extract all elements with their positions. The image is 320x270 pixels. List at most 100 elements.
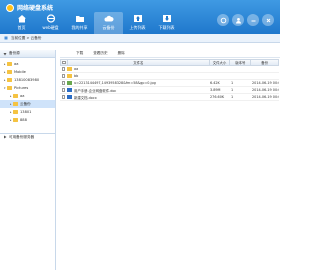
nav-cloud-backup-label: 云备份 <box>102 25 115 30</box>
tree-item-cloud-backup[interactable]: ▸ 云备份 <box>0 100 55 108</box>
word-file-icon <box>67 88 72 92</box>
file-date: 2014-06-19 00:00 <box>252 95 279 99</box>
upload-list-icon <box>133 15 142 22</box>
view-history-button[interactable]: 查看历史 <box>93 51 107 56</box>
nav-home-label: 首页 <box>17 25 26 30</box>
close-button[interactable] <box>262 14 274 26</box>
tree-item-sub-aa[interactable]: ▸ aa <box>0 92 55 100</box>
nav-web-disk-label: web硬盘 <box>42 25 59 30</box>
nav-home[interactable]: 首页 <box>7 12 36 34</box>
word-file-icon <box>67 95 72 99</box>
row-checkbox[interactable] <box>61 74 66 78</box>
backup-server-header[interactable]: 可用备份服务器 <box>0 133 55 140</box>
nav-my-share-label: 我的共享 <box>71 25 88 30</box>
brand-title: 网络硬盘系统 <box>17 5 54 12</box>
file-name[interactable]: bb <box>74 74 78 78</box>
ie-icon <box>46 14 55 23</box>
folder-icon <box>67 74 72 78</box>
row-checkbox[interactable] <box>61 88 66 92</box>
tree-item-label: 888 <box>20 118 27 122</box>
folder-icon <box>13 118 18 122</box>
download-button[interactable]: 下载 <box>76 51 83 56</box>
tree-item-phone[interactable]: ▸ 13810083980 <box>0 76 55 84</box>
tree-item-label: Pictures <box>14 86 29 90</box>
file-name[interactable]: aa <box>74 67 78 71</box>
col-backup[interactable]: 备份 <box>251 60 278 65</box>
col-filename[interactable]: 文件名 <box>68 60 210 65</box>
table-row[interactable]: bb <box>60 73 279 80</box>
expand-section-icon <box>4 135 7 139</box>
table-row[interactable]: aa <box>60 66 279 73</box>
image-file-icon <box>67 81 72 85</box>
minimize-icon <box>251 20 255 21</box>
file-name[interactable]: 新建文档.docx <box>74 95 97 100</box>
file-version: 1 <box>231 88 234 92</box>
tree-item-888[interactable]: ▸ 888 <box>0 116 55 124</box>
backup-source-header[interactable]: 备份源 <box>0 50 55 58</box>
table-row[interactable]: u=2213144497,1493958328&fm=58&gp=0.jpg 6… <box>60 80 279 87</box>
tree-item-mobile[interactable]: ▸ Mobile <box>0 68 55 76</box>
tree-item-label: 13801 <box>20 110 32 114</box>
select-all-cell[interactable] <box>61 60 68 65</box>
folder-icon <box>13 94 18 98</box>
file-name[interactable]: 用户手册-企业网盘软件.doc <box>74 88 116 93</box>
breadcrumb-bar: 当前位置 > 云备份 <box>0 34 280 43</box>
folder-share-icon <box>75 16 84 22</box>
file-size: 276.60K <box>210 95 225 99</box>
minimize-button[interactable] <box>247 14 259 26</box>
folder-icon <box>67 67 72 71</box>
row-checkbox[interactable] <box>61 81 66 85</box>
tree-item-label: aa <box>20 94 25 98</box>
file-date: 2014-06-19 00:00 <box>252 81 279 85</box>
tree-item-pictures[interactable]: ▾ Pictures <box>0 84 55 92</box>
download-list-icon <box>162 15 171 22</box>
refresh-button[interactable] <box>217 14 229 26</box>
tree-item-aa[interactable]: ▸ aa <box>0 60 55 68</box>
user-button[interactable] <box>232 14 244 26</box>
folder-icon <box>7 86 12 90</box>
nav-download-list[interactable]: 下载列表 <box>152 12 181 34</box>
nav-web-disk[interactable]: web硬盘 <box>36 12 65 34</box>
table-row[interactable]: 用户手册-企业网盘软件.doc 3.89M 1 2014-06-19 00:00 <box>60 87 279 94</box>
table-header: 文件名 文件大小 版本号 备份 <box>60 59 279 66</box>
folder-icon <box>7 78 12 82</box>
user-icon <box>235 17 241 23</box>
left-panel: 备份源 ▸ aa ▸ Mobile ▸ 13810083980 ▾ Pictur… <box>0 50 56 270</box>
collapse-icon <box>3 52 7 55</box>
nav-my-share[interactable]: 我的共享 <box>65 12 94 34</box>
cloud-icon <box>104 15 114 22</box>
file-date: 2014-06-19 00:00 <box>252 88 279 92</box>
nav-upload-list[interactable]: 上传列表 <box>123 12 152 34</box>
backup-server-title: 可用备份服务器 <box>9 134 35 139</box>
file-name[interactable]: u=2213144497,1493958328&fm=58&gp=0.jpg <box>74 81 156 85</box>
tree-item-label: 13810083980 <box>14 78 40 82</box>
col-size[interactable]: 文件大小 <box>210 60 231 65</box>
tree-item-label: 云备份 <box>20 101 31 106</box>
nav-cloud-backup[interactable]: 云备份 <box>94 12 123 34</box>
row-checkbox[interactable] <box>61 95 66 99</box>
row-checkbox[interactable] <box>61 67 66 71</box>
refresh-icon <box>220 17 226 23</box>
close-icon <box>266 18 270 22</box>
nav-upload-list-label: 上传列表 <box>129 25 146 30</box>
main-nav: 首页 web硬盘 我的共享 云备份 上传列表 下载列表 <box>7 12 181 34</box>
brand: 网络硬盘系统 <box>6 3 53 12</box>
folder-icon <box>7 62 12 66</box>
window-controls <box>214 14 274 26</box>
file-table: 文件名 文件大小 版本号 备份 aa bb u=2213144497,14939… <box>60 59 279 101</box>
breadcrumb: 当前位置 > 云备份 <box>11 35 42 40</box>
table-row[interactable]: 新建文档.docx 276.60K 1 2014-06-19 00:00 <box>60 94 279 101</box>
tree-item-13801[interactable]: ▸ 13801 <box>0 108 55 116</box>
folder-icon <box>13 110 18 114</box>
file-size: 3.89M <box>210 88 221 92</box>
folder-icon <box>7 70 12 74</box>
select-all-checkbox[interactable] <box>62 60 66 65</box>
backup-source-title: 备份源 <box>9 51 20 55</box>
col-version[interactable]: 版本号 <box>230 60 252 65</box>
tree-item-label: Mobile <box>14 70 26 74</box>
file-version: 1 <box>231 81 234 85</box>
location-icon <box>4 36 8 40</box>
delete-button[interactable]: 删除 <box>118 51 125 56</box>
folder-tree: ▸ aa ▸ Mobile ▸ 13810083980 ▾ Pictures ▸… <box>0 58 55 124</box>
logo-icon <box>6 3 14 12</box>
